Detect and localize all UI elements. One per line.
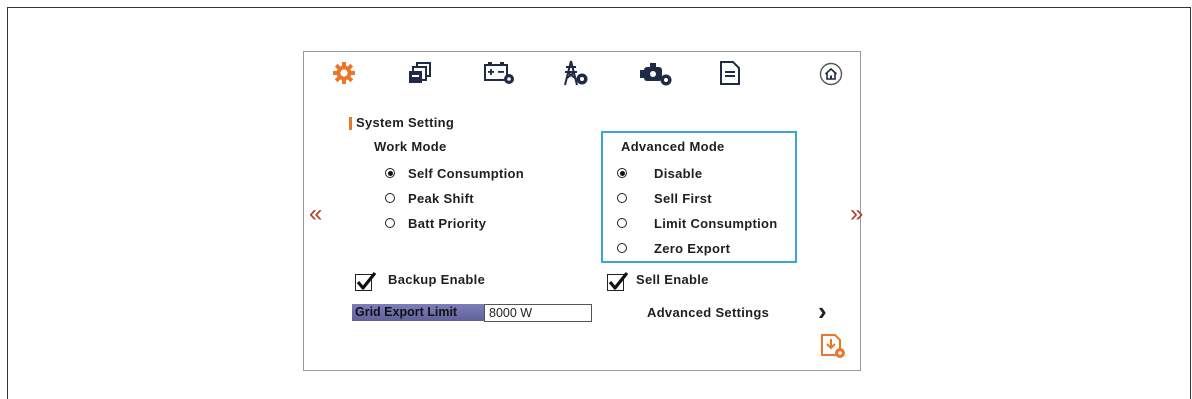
document-icon[interactable]	[719, 60, 741, 86]
save-settings-icon[interactable]	[819, 332, 847, 360]
sell-enable-label[interactable]: Sell Enable	[636, 272, 709, 287]
checkmark-icon	[608, 272, 629, 290]
advanced-settings-chevron-icon[interactable]: ›	[818, 298, 827, 324]
work-mode-option-label[interactable]: Peak Shift	[408, 191, 474, 206]
home-icon[interactable]	[819, 62, 843, 86]
advanced-settings-label[interactable]: Advanced Settings	[647, 305, 769, 320]
advanced-mode-option-label[interactable]: Limit Consumption	[654, 216, 778, 231]
work-mode-title: Work Mode	[374, 139, 447, 154]
advanced-mode-zero-export-radio[interactable]	[617, 243, 627, 253]
work-mode-option-label[interactable]: Self Consumption	[408, 166, 524, 181]
gear-icon[interactable]	[332, 61, 356, 85]
grid-export-limit-label: Grid Export Limit	[352, 304, 484, 321]
checkmark-icon	[356, 272, 377, 290]
backup-enable-checkbox[interactable]	[355, 272, 377, 291]
backup-enable-label[interactable]: Backup Enable	[388, 272, 485, 287]
advanced-mode-title: Advanced Mode	[621, 139, 725, 154]
work-mode-option-label[interactable]: Batt Priority	[408, 216, 486, 231]
advanced-mode-sell-first-radio[interactable]	[617, 193, 627, 203]
work-mode-batt-priority-radio[interactable]	[385, 218, 395, 228]
work-mode-self-consumption-radio[interactable]	[385, 168, 395, 178]
sell-enable-checkbox[interactable]	[607, 272, 629, 291]
multi-copy-icon[interactable]	[407, 61, 433, 85]
advanced-mode-option-label[interactable]: Zero Export	[654, 241, 730, 256]
grid-export-limit-input[interactable]: 8000 W	[484, 304, 592, 322]
advanced-mode-limit-consumption-radio[interactable]	[617, 218, 627, 228]
advanced-mode-option-label[interactable]: Sell First	[654, 191, 712, 206]
prev-page-arrow[interactable]: «	[309, 202, 322, 226]
battery-settings-icon[interactable]	[483, 60, 517, 86]
next-page-arrow[interactable]: »	[850, 202, 863, 226]
grid-tower-settings-icon[interactable]	[561, 59, 591, 87]
section-accent-bar	[349, 117, 352, 130]
work-mode-peak-shift-radio[interactable]	[385, 193, 395, 203]
generator-settings-icon[interactable]	[640, 61, 676, 87]
advanced-mode-option-label[interactable]: Disable	[654, 166, 702, 181]
section-title: System Setting	[356, 115, 455, 130]
advanced-mode-disable-radio[interactable]	[617, 168, 627, 178]
